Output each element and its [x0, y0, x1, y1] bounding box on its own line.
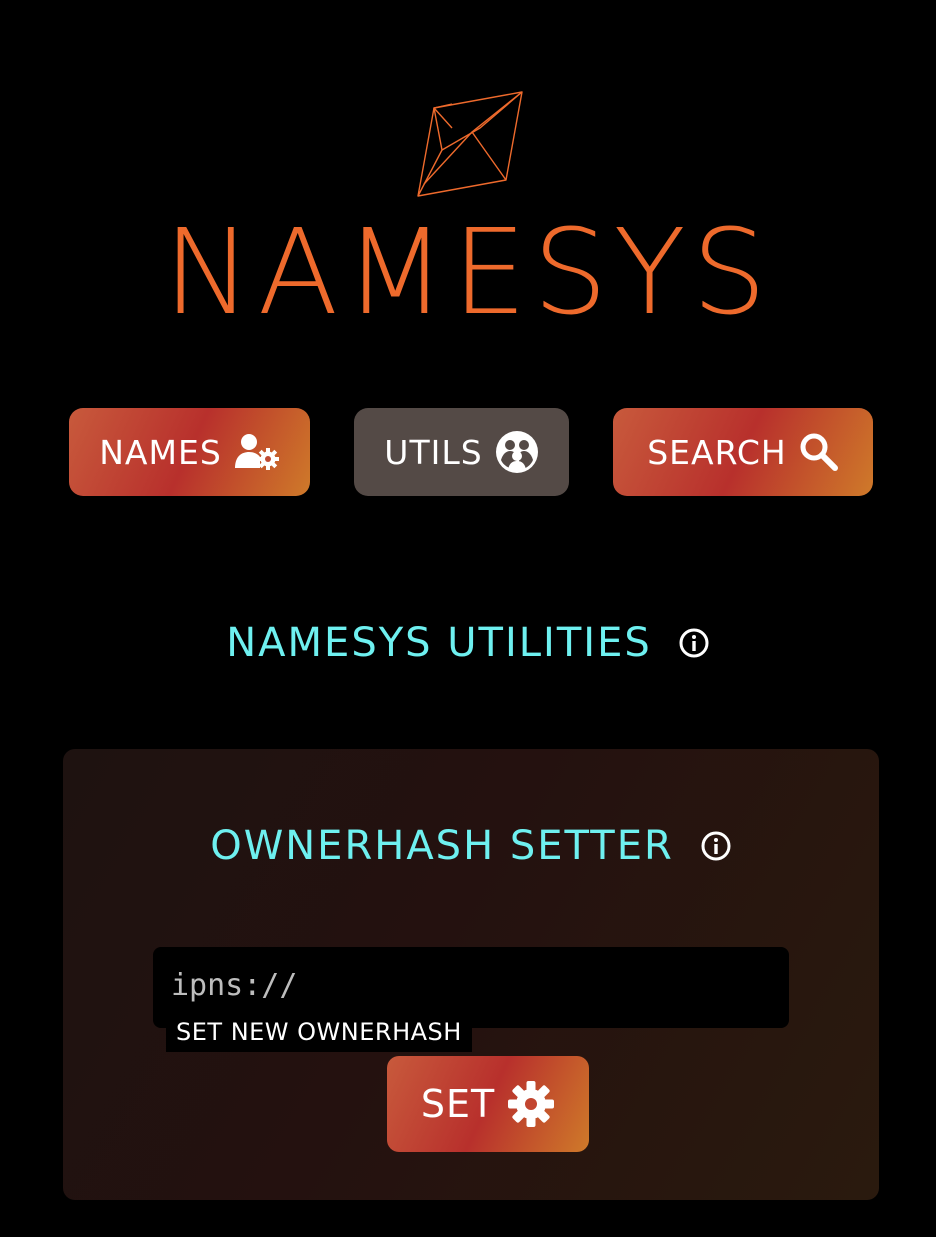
search-icon: [800, 433, 838, 471]
brand-title: NAMESYS: [163, 203, 773, 341]
set-button-label: SET: [420, 1082, 496, 1126]
info-icon[interactable]: [700, 830, 732, 862]
utils-button-label: UTILS: [384, 432, 483, 472]
utils-button[interactable]: UTILS: [354, 408, 569, 496]
names-button[interactable]: NAMES: [69, 408, 310, 496]
ownerhash-panel: OWNERHASH SETTER SET NEW OWNERHASH SET: [63, 749, 879, 1200]
section-title: NAMESYS UTILITIES: [226, 620, 652, 666]
gear-icon: [508, 1081, 555, 1127]
ownerhash-title: OWNERHASH SETTER: [210, 823, 674, 869]
ownerhash-input[interactable]: [169, 967, 773, 1004]
logo-icon: [417, 91, 523, 197]
ownerhash-hint: SET NEW OWNERHASH: [166, 1012, 472, 1052]
names-button-label: NAMES: [99, 432, 222, 472]
user-gear-icon: [234, 434, 279, 470]
search-button[interactable]: SEARCH: [613, 408, 873, 496]
search-button-label: SEARCH: [647, 432, 787, 472]
ownerhash-heading: OWNERHASH SETTER: [63, 823, 879, 869]
section-heading: NAMESYS UTILITIES: [0, 620, 936, 666]
users-circle-icon: [495, 431, 538, 473]
page: NAMESYS NAMES UTILS SEARCH NAMESYS UTILI…: [0, 0, 936, 1237]
main-nav: NAMES UTILS SEARCH: [0, 408, 936, 496]
set-button[interactable]: SET: [387, 1056, 589, 1152]
info-icon[interactable]: [678, 627, 710, 659]
